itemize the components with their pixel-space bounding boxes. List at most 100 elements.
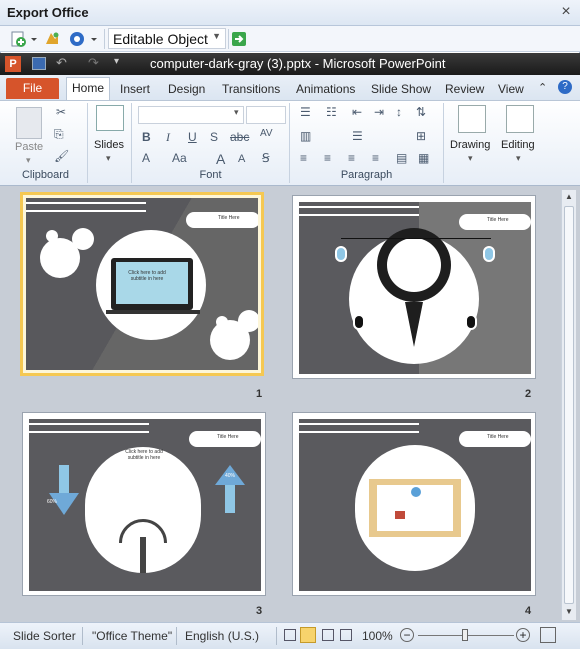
clipboard-group: Paste ▾ ✂ ⎘ 🖌 Clipboard [4,103,88,183]
font-name-dropdown-icon[interactable]: ▾ [234,107,239,118]
align-text-icon[interactable]: ☰ [352,129,363,143]
paragraph-group: ☰ ☷ ⇤ ⇥ ↕ ⇅ ▥ ☰ ⊞ ≡ ≡ ≡ ≡ ▤ ▦ Paragraph [290,103,444,183]
normal-view-icon[interactable] [284,629,296,641]
underline-icon[interactable]: U [188,130,197,144]
drawing-dropdown-icon[interactable]: ▾ [468,153,473,164]
save-icon[interactable] [32,57,46,70]
format-painter-icon[interactable]: 🖌 [54,149,69,163]
slide-thumbnail-3[interactable]: 60% 40% Title Here Click here to add sub… [22,412,266,596]
slide-3-pct-b: 40% [225,473,236,479]
text-direction-icon[interactable]: ⇅ [416,105,426,119]
reading-view-icon[interactable] [322,629,334,641]
paste-icon[interactable] [16,107,42,139]
addin-toolbar [0,26,580,52]
tab-slide-show[interactable]: Slide Show [365,79,437,100]
paragraph-label: Paragraph [340,169,393,181]
slide-thumbnail-2[interactable]: Title Here [292,195,536,379]
align-right-icon[interactable]: ≡ [348,151,355,165]
shrink-font-icon[interactable]: A [238,153,245,165]
font-name-input[interactable] [138,106,244,124]
zoom-out-icon[interactable]: − [400,628,414,642]
distributed-icon[interactable]: ▤ [396,151,407,165]
font-label: Font [199,169,222,181]
tab-review[interactable]: Review [439,79,490,100]
columns-icon[interactable]: ▥ [300,129,311,143]
tab-view[interactable]: View [492,79,530,100]
slide-4-title: Title Here [487,434,509,440]
zoom-level[interactable]: 100% [362,629,393,643]
shadow-icon[interactable]: S [210,130,218,144]
scroll-down-icon[interactable]: ▼ [565,607,573,616]
clear-formatting-icon[interactable]: Ꞩ [262,151,270,165]
line-spacing-icon[interactable]: ↕ [396,105,402,119]
copy-icon[interactable]: ⎘ [54,127,64,142]
shapes-icon[interactable] [458,105,486,133]
zoom-slider-thumb[interactable] [462,629,468,641]
align-center-icon[interactable]: ≡ [324,151,331,165]
numbering-icon[interactable]: ☷ [326,105,337,119]
italic-icon[interactable]: I [166,130,170,145]
run-export-button[interactable] [231,28,247,50]
bold-icon[interactable]: B [142,130,151,144]
tab-transitions[interactable]: Transitions [216,79,286,100]
slide-thumbnail-1[interactable]: Title Here Click here to add subtitle in… [20,192,264,376]
new-export-button[interactable] [8,28,38,50]
new-slide-icon[interactable] [96,105,124,131]
increase-indent-icon[interactable]: ⇥ [374,105,384,119]
paste-button-label[interactable]: Paste [15,141,43,153]
minimize-ribbon-icon[interactable]: ⌃ [538,81,547,94]
tab-home[interactable]: Home [66,77,110,101]
paragraph-settings-icon[interactable]: ▦ [418,151,429,165]
slide-number-3: 3 [256,605,263,617]
character-spacing-icon[interactable]: AV [260,128,273,139]
quick-access-menu-icon[interactable]: ▾ [114,56,119,67]
slides-dropdown-icon[interactable]: ▾ [106,153,111,164]
view-name: Slide Sorter [13,629,76,643]
smartart-icon[interactable]: ⊞ [416,129,426,143]
vertical-scrollbar[interactable]: ▲ ▼ [561,190,576,620]
tab-insert[interactable]: Insert [114,79,156,100]
close-icon[interactable]: × [556,3,576,21]
settings-button[interactable] [66,28,100,50]
tab-file[interactable]: File [6,78,59,99]
justify-icon[interactable]: ≡ [372,151,379,165]
font-color-icon[interactable]: A [142,151,150,165]
align-left-icon[interactable]: ≡ [300,151,307,165]
paste-dropdown-icon[interactable]: ▾ [26,155,31,166]
editing-button-label[interactable]: Editing [501,139,535,151]
status-bar: Slide Sorter "Office Theme" English (U.S… [0,622,580,649]
undo-icon[interactable]: ↶ [56,55,67,71]
tab-design[interactable]: Design [162,79,211,100]
editing-dropdown-icon[interactable]: ▾ [516,153,521,164]
tab-animations[interactable]: Animations [290,79,361,100]
change-case-icon[interactable]: Aa [172,151,187,165]
redo-icon[interactable]: ↷ [88,55,99,71]
export-image-button[interactable] [42,28,62,50]
grow-font-icon[interactable]: A [216,151,225,167]
theme-name[interactable]: "Office Theme" [92,629,172,643]
font-size-input[interactable] [246,106,286,124]
language[interactable]: English (U.S.) [185,629,259,643]
slides-group: Slides ▾ [88,103,132,183]
slides-button-label[interactable]: Slides [94,139,124,151]
decrease-indent-icon[interactable]: ⇤ [352,105,362,119]
scroll-up-icon[interactable]: ▲ [565,192,573,201]
slide-sorter-icon[interactable] [300,627,316,643]
scroll-thumb[interactable] [564,206,574,604]
binoculars-icon[interactable] [506,105,534,133]
slide-thumbnail-4[interactable]: Title Here [292,412,536,596]
strikethrough-icon[interactable]: abc [230,130,249,144]
slide-3-text: Click here to add subtitle in here [125,449,163,461]
powerpoint-logo-icon: P [5,56,21,72]
drawing-button-label[interactable]: Drawing [450,139,490,151]
slide-show-icon[interactable] [340,629,352,641]
slide-1-title: Title Here [218,215,240,221]
title-bar: Export Office × [0,0,580,26]
zoom-in-icon[interactable]: + [516,628,530,642]
slide-number-2: 2 [525,388,532,400]
help-icon[interactable]: ? [558,80,572,94]
bullets-icon[interactable]: ☰ [300,105,311,119]
cut-icon[interactable]: ✂ [56,105,66,119]
export-type-select[interactable]: Editable Object ▼ [108,28,226,49]
fit-to-window-icon[interactable] [540,627,556,643]
